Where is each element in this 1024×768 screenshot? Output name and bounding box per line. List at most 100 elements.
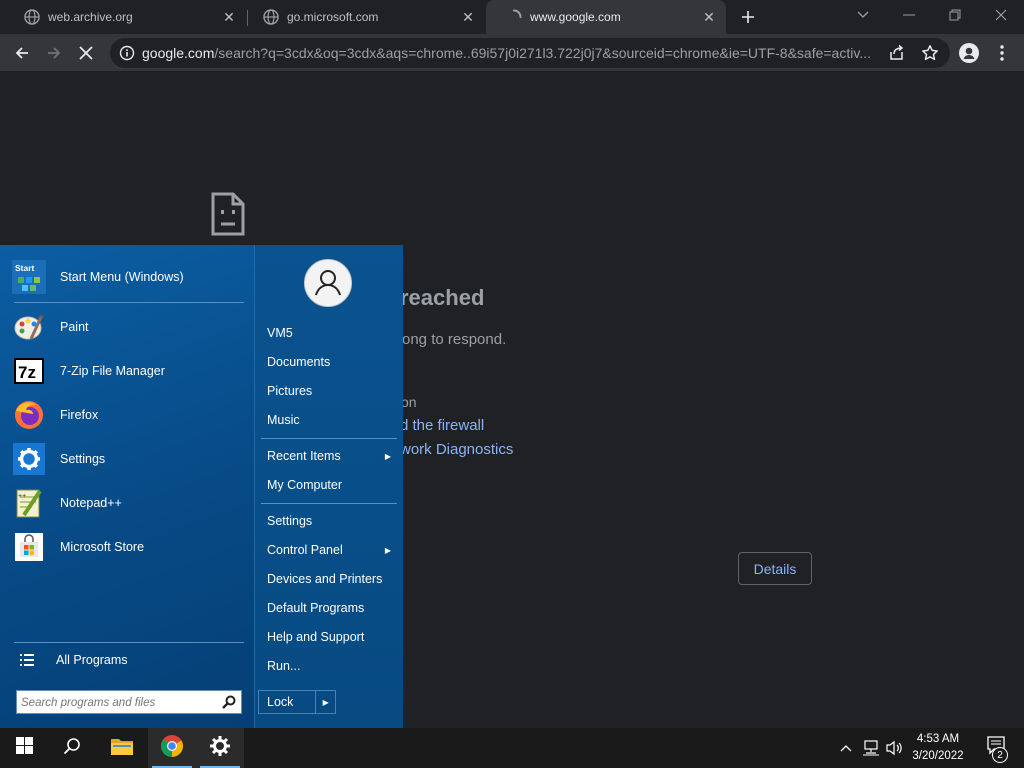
power-options-arrow-icon[interactable]: ▶ [315, 691, 335, 713]
minimize-button[interactable] [886, 0, 932, 30]
start-item-label: Paint [60, 320, 89, 334]
start-menu-divider [14, 642, 244, 643]
address-bar[interactable]: google.com/search?q=3cdx&oq=3cdx&aqs=chr… [110, 38, 950, 68]
paint-icon [12, 310, 46, 344]
run-link[interactable]: Run... [261, 654, 397, 678]
tab-search-chevron-icon[interactable] [840, 0, 886, 30]
start-menu-divider [261, 503, 397, 504]
file-explorer-icon [110, 736, 134, 761]
notepad-plus-plus-icon: ++ [12, 486, 46, 520]
windows-start-icon [15, 737, 33, 759]
taskbar-clock[interactable]: 4:53 AM 3/20/2022 [902, 731, 974, 765]
devices-printers-link[interactable]: Devices and Printers [261, 567, 397, 591]
notification-count-badge: 2 [992, 747, 1008, 763]
action-center-button[interactable]: 2 [978, 728, 1018, 768]
network-diagnostics-link[interactable]: work Diagnostics [400, 441, 513, 458]
try-list-item: on [401, 394, 417, 410]
forward-button[interactable] [38, 37, 70, 69]
start-item-7zip[interactable]: 7z 7-Zip File Manager [12, 351, 244, 391]
start-item-paint[interactable]: Paint [12, 307, 244, 347]
start-item-firefox[interactable]: Firefox [12, 395, 244, 435]
tab-title: web.archive.org [48, 10, 133, 24]
error-subtitle: ong to respond. [402, 331, 507, 348]
svg-text:++: ++ [18, 493, 26, 500]
settings-gear-icon [209, 735, 231, 762]
start-item-notepad-plus-plus[interactable]: ++ Notepad++ [12, 483, 244, 523]
profile-avatar-button[interactable] [953, 37, 985, 69]
svg-text:7z: 7z [18, 363, 36, 382]
url-host: google.com [142, 45, 215, 61]
share-icon[interactable] [888, 44, 906, 67]
recent-items-link[interactable]: Recent Items ▶ [261, 444, 397, 468]
tab-google[interactable]: www.google.com ✕ [486, 0, 726, 34]
globe-icon [24, 9, 40, 25]
clock-time: 4:53 AM [916, 733, 960, 745]
all-programs-label: All Programs [56, 653, 128, 667]
start-menu-app-icon: Start [12, 260, 46, 294]
start-item-label: Microsoft Store [60, 540, 145, 554]
submenu-arrow-icon: ▶ [384, 451, 391, 461]
documents-link[interactable]: Documents [261, 350, 397, 374]
show-hidden-icons-chevron-icon[interactable] [836, 728, 856, 768]
tab-go-microsoft[interactable]: go.microsoft.com ✕ [243, 0, 485, 34]
start-item-label: Firefox [60, 408, 99, 422]
taskbar-search-button[interactable] [48, 728, 96, 768]
error-heading: reached [400, 285, 485, 310]
settings-link[interactable]: Settings [261, 509, 397, 533]
lock-button[interactable]: Lock [259, 695, 315, 709]
start-item-microsoft-store[interactable]: Microsoft Store [12, 527, 244, 567]
start-item-settings[interactable]: Settings [12, 439, 244, 479]
start-menu-divider [261, 438, 397, 439]
user-folder-link[interactable]: VM5 [261, 321, 397, 345]
start-menu-places-pane: VM5 Documents Pictures Music Recent Item… [254, 245, 403, 728]
stop-loading-button[interactable] [70, 37, 102, 69]
back-button[interactable] [6, 37, 38, 69]
details-button[interactable]: Details [738, 552, 812, 585]
start-item-label: Start Menu (Windows) [60, 270, 184, 284]
start-item-start-menu-windows[interactable]: Start Start Menu (Windows) [12, 257, 244, 297]
all-programs-button[interactable]: All Programs [18, 647, 250, 673]
globe-icon [263, 9, 279, 25]
default-programs-link[interactable]: Default Programs [261, 596, 397, 620]
close-tab-icon[interactable]: ✕ [220, 8, 238, 26]
tab-web-archive[interactable]: web.archive.org ✕ [4, 0, 246, 34]
chrome-menu-kebab-icon[interactable] [986, 37, 1018, 69]
pictures-link[interactable]: Pictures [261, 379, 397, 403]
loading-spinner-icon [506, 9, 522, 25]
chrome-icon [160, 734, 184, 763]
network-icon[interactable] [860, 728, 882, 768]
close-tab-icon[interactable]: ✕ [700, 8, 718, 26]
start-search-box[interactable] [16, 690, 242, 714]
restore-button[interactable] [932, 0, 978, 30]
bookmark-star-icon[interactable] [921, 44, 939, 67]
start-menu-programs-pane: Start Start Menu (Windows) Paint 7z 7-Zi… [0, 245, 254, 728]
help-support-link[interactable]: Help and Support [261, 625, 397, 649]
list-icon [20, 653, 34, 670]
new-tab-button[interactable] [732, 1, 764, 33]
check-firewall-link[interactable]: d the firewall [400, 417, 484, 434]
search-icon [63, 737, 81, 760]
submenu-arrow-icon: ▶ [384, 545, 391, 555]
control-panel-link[interactable]: Control Panel ▶ [261, 538, 397, 562]
site-info-icon[interactable] [119, 45, 135, 66]
taskbar-file-explorer[interactable] [98, 728, 146, 768]
music-link[interactable]: Music [261, 408, 397, 432]
start-item-label: Notepad++ [60, 496, 122, 510]
taskbar-settings[interactable] [196, 728, 244, 768]
taskbar-chrome[interactable] [148, 728, 196, 768]
close-window-button[interactable] [978, 0, 1024, 30]
tab-title: www.google.com [530, 10, 621, 24]
control-panel-label: Control Panel [267, 543, 343, 557]
start-search-input[interactable] [21, 694, 217, 711]
user-avatar[interactable] [304, 259, 352, 312]
search-icon[interactable] [222, 695, 236, 714]
my-computer-link[interactable]: My Computer [261, 473, 397, 497]
start-app-icon-text: Start [15, 263, 35, 273]
tab-strip: web.archive.org ✕ go.microsoft.com ✕ www… [0, 0, 1024, 34]
close-tab-icon[interactable]: ✕ [459, 8, 477, 26]
start-menu-divider [14, 302, 244, 303]
clock-date: 3/20/2022 [912, 750, 964, 762]
windows-start-button[interactable] [0, 728, 48, 768]
start-item-label: 7-Zip File Manager [60, 364, 165, 378]
url-path: /search?q=3cdx&oq=3cdx&aqs=chrome..69i57… [214, 45, 871, 61]
